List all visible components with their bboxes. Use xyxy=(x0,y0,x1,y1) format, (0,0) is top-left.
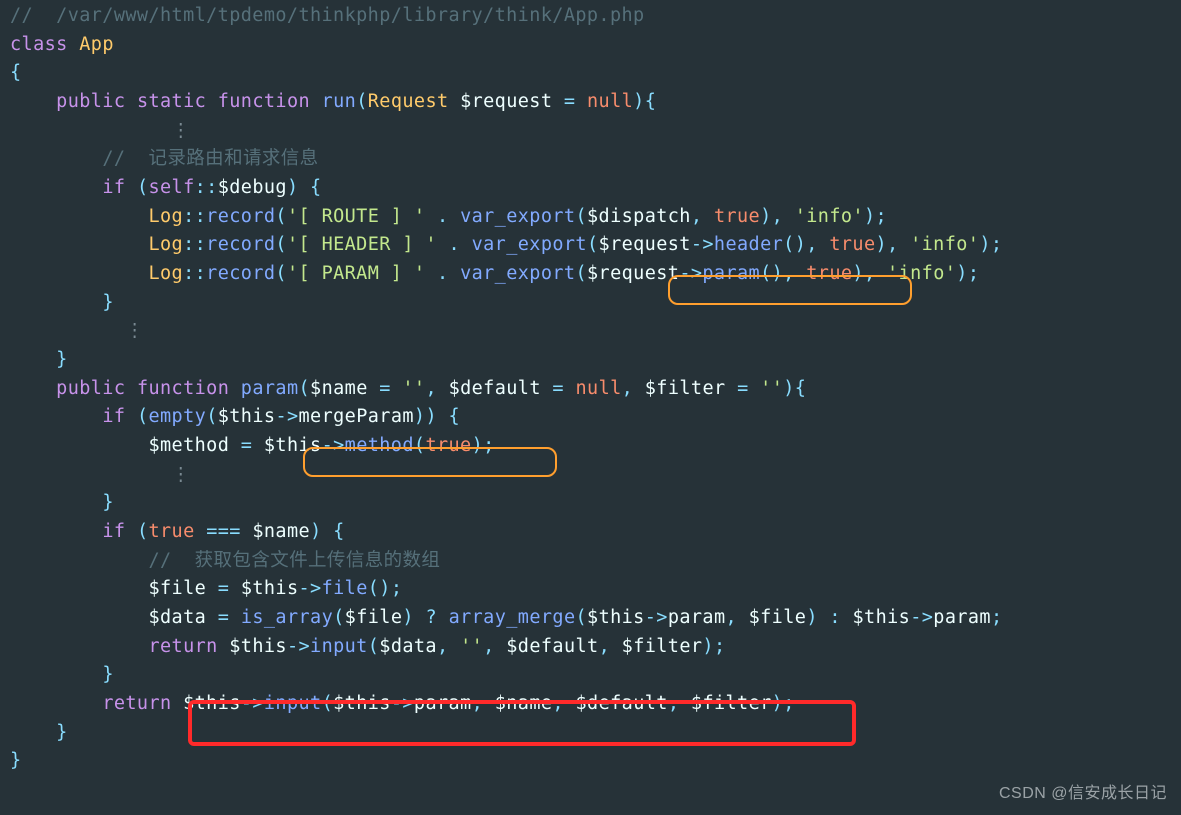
var-filter: $filter xyxy=(645,378,726,399)
kw-function: function xyxy=(218,91,310,112)
var-debug: $debug xyxy=(218,177,287,198)
brace: } xyxy=(56,349,68,370)
fn-var-export: var_export xyxy=(460,206,575,227)
str-header: '[ HEADER ] ' xyxy=(287,234,437,255)
comment-cn-2: // 获取包含文件上传信息的数组 xyxy=(148,550,440,571)
brace: { xyxy=(10,62,22,83)
kw-return: return xyxy=(148,636,217,657)
prop-mergeparam: mergeParam xyxy=(299,406,414,427)
fn-method: method xyxy=(345,435,414,456)
var-request: $request xyxy=(460,91,552,112)
var-dispatch: $dispatch xyxy=(587,206,691,227)
brace: } xyxy=(10,750,22,771)
str-route: '[ ROUTE ] ' xyxy=(287,206,425,227)
var-default: $default xyxy=(449,378,541,399)
kw-class: class xyxy=(10,34,68,55)
brace: } xyxy=(56,722,68,743)
fn-empty: empty xyxy=(148,406,206,427)
var-file: $file xyxy=(148,578,206,599)
ellipsis-icon: ⋮ xyxy=(172,120,191,141)
fn-file: file xyxy=(322,578,368,599)
class-log: Log xyxy=(148,206,183,227)
str-param: '[ PARAM ] ' xyxy=(287,263,425,284)
var-this: $this xyxy=(218,406,276,427)
brace: } xyxy=(102,492,114,513)
kw-static: static xyxy=(137,91,206,112)
fn-param: param xyxy=(702,263,760,284)
brace: } xyxy=(102,292,114,313)
ellipsis-icon: ⋮ xyxy=(172,464,191,485)
str-info: 'info' xyxy=(795,206,864,227)
var-method: $method xyxy=(148,435,229,456)
comment-cn-1: // 记录路由和请求信息 xyxy=(102,148,318,169)
var-data: $data xyxy=(148,607,206,628)
ellipsis-icon: ⋮ xyxy=(125,320,144,341)
brace: } xyxy=(102,664,114,685)
kw-if: if xyxy=(102,177,125,198)
kw-self: self xyxy=(148,177,194,198)
comment-filepath: // /var/www/html/tpdemo/thinkphp/library… xyxy=(10,5,645,26)
var-name: $name xyxy=(310,378,368,399)
fn-input: input xyxy=(310,636,368,657)
class-name: App xyxy=(79,34,114,55)
fn-array-merge: array_merge xyxy=(449,607,576,628)
fn-header: header xyxy=(714,234,783,255)
type-request: Request xyxy=(368,91,449,112)
var-request: $request xyxy=(599,234,691,255)
kw-public: public xyxy=(56,91,125,112)
bool-true: true xyxy=(714,206,760,227)
code-block: // /var/www/html/tpdemo/thinkphp/library… xyxy=(0,0,1181,786)
watermark: CSDN @信安成长日记 xyxy=(999,782,1167,807)
null: null xyxy=(587,91,633,112)
fn-is-array: is_array xyxy=(241,607,333,628)
fn-record: record xyxy=(206,206,275,227)
fn-run: run xyxy=(322,91,357,112)
fn-param-def: param xyxy=(241,378,299,399)
